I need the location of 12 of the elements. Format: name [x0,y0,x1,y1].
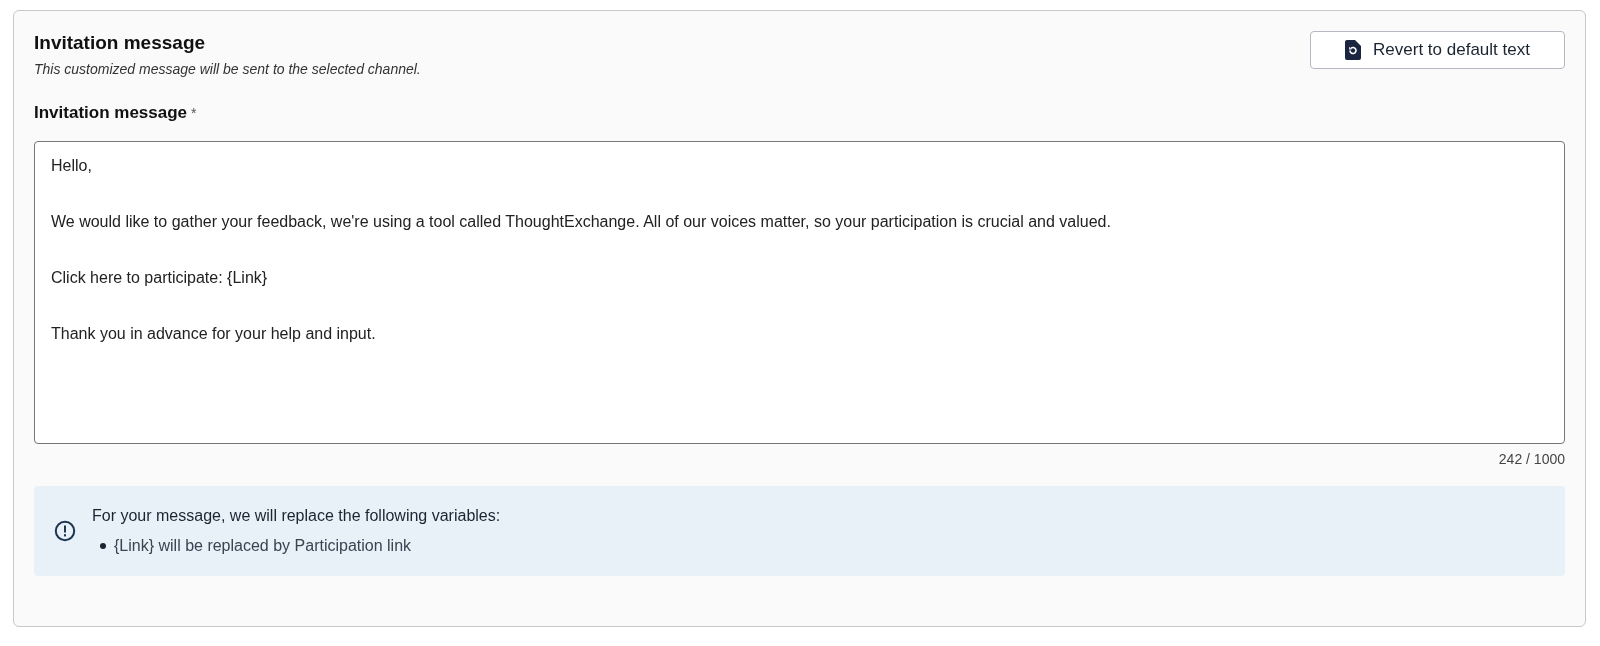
field-label: Invitation message [34,102,188,124]
revert-icon [1345,40,1362,60]
required-mark: * [191,104,197,123]
revert-button[interactable]: Revert to default text [1310,31,1565,69]
info-icon [54,519,76,542]
info-text: For your message, we will replace the following variables: [92,505,501,526]
message-input-field[interactable]: Hello, We would like to gather your feedback, we're using a tool called ThoughtExchange. All of our voices matter, so your participation is crucial and valued. Click here to participate: {Link} Thank you in advance for your help and input. [34,140,1565,444]
section-title: Invitation message [34,31,207,55]
info-list-item: {Link} will be replaced by Participation link [114,535,412,556]
character-counter: 242 / 1000 [1498,449,1565,469]
section-subtitle: This customized message will be sent to the selected channel. [34,60,421,79]
bullet-icon [100,542,106,549]
